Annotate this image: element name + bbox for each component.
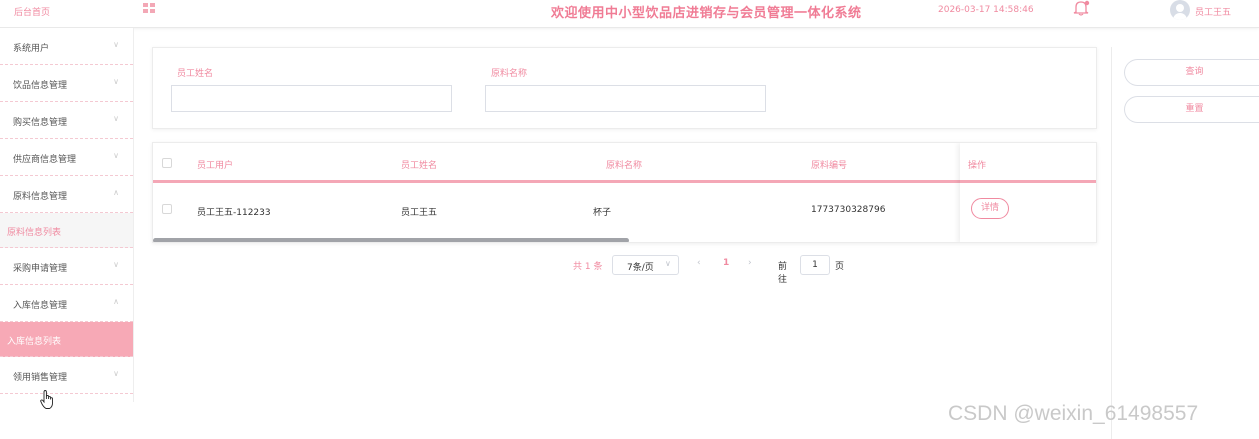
bell-icon[interactable] <box>1072 0 1090 16</box>
row-checkbox[interactable] <box>162 204 172 214</box>
sidebar-subitem-label: 入库信息列表 <box>7 337 62 347</box>
sidebar-item-label: 系统用户 <box>13 44 50 54</box>
column-header: 员工用户 <box>197 161 234 171</box>
chevron-down-icon: ∨ <box>113 114 119 123</box>
goto-page-input[interactable] <box>800 255 830 275</box>
avatar-icon[interactable] <box>1170 0 1190 20</box>
reset-button[interactable]: 重置 <box>1124 96 1259 123</box>
current-page-number[interactable]: 1 <box>723 258 729 268</box>
chevron-down-icon: ∨ <box>665 259 671 268</box>
sidebar-item-supplier-info[interactable]: 供应商信息管理 ∨ <box>0 139 133 176</box>
goto-label: 前往 <box>778 262 788 285</box>
sidebar-item-stock-in[interactable]: 入库信息管理 ∧ <box>0 285 133 322</box>
sidebar-item-label: 购买信息管理 <box>13 118 68 128</box>
select-all-checkbox[interactable] <box>162 158 172 168</box>
sidebar-item-label: 领用销售管理 <box>13 373 68 383</box>
query-button[interactable]: 查询 <box>1124 59 1259 86</box>
sidebar-item-label: 采购申请管理 <box>13 264 68 274</box>
material-name-input[interactable] <box>485 85 766 112</box>
sidebar-item-requisition-sales[interactable]: 领用销售管理 ∨ <box>0 357 133 394</box>
employee-name-input[interactable] <box>171 85 452 112</box>
sidebar-item-material-info[interactable]: 原料信息管理 ∧ <box>0 176 133 213</box>
page-size-select[interactable]: 7条/页 ∨ <box>612 255 679 275</box>
chevron-down-icon: ∨ <box>113 77 119 86</box>
watermark-text: CSDN @weixin_61498557 <box>948 402 1199 425</box>
home-link[interactable]: 后台首页 <box>14 5 50 18</box>
column-header: 原料编号 <box>811 161 848 171</box>
sidebar-item-label: 供应商信息管理 <box>13 155 77 165</box>
sidebar-subitem-stock-in-list[interactable]: 入库信息列表 <box>0 322 133 357</box>
sidebar-subitem-material-list[interactable]: 原料信息列表 <box>0 213 133 248</box>
cell-material-name: 杯子 <box>593 208 612 218</box>
cell-employee-name: 员工王五 <box>401 208 438 218</box>
employee-name-label: 员工姓名 <box>177 69 214 79</box>
sidebar-item-drink-info[interactable]: 饮品信息管理 ∨ <box>0 65 133 102</box>
current-user-name[interactable]: 员工王五 <box>1195 5 1231 18</box>
material-name-label: 原料名称 <box>491 69 528 79</box>
sidebar-item-procurement-request[interactable]: 采购申请管理 ∨ <box>0 248 133 285</box>
cell-material-code: 1773730328796 <box>811 205 886 215</box>
system-title: 欢迎使用中小型饮品店进销存与会员管理一体化系统 <box>551 6 862 21</box>
horizontal-scrollbar[interactable] <box>153 238 629 242</box>
sidebar-item-label: 原料信息管理 <box>13 192 68 202</box>
search-form: 员工姓名 原料名称 <box>152 47 1097 129</box>
sidebar-item-label: 饮品信息管理 <box>13 81 68 91</box>
action-panel: 查询 重置 <box>1111 47 1259 439</box>
grid-icon[interactable] <box>143 3 157 15</box>
datetime-text: 2026-03-17 14:58:46 <box>938 5 1034 15</box>
chevron-down-icon: ∨ <box>113 151 119 160</box>
page-suffix: 页 <box>835 262 845 272</box>
sidebar-subitem-label: 原料信息列表 <box>7 228 62 238</box>
column-header: 原料名称 <box>606 161 643 171</box>
cell-employee-user: 员工王五-112233 <box>197 208 271 218</box>
table-row: 员工王五-112233 员工王五 杯子 1773730328796 详情 <box>153 186 1096 231</box>
chevron-down-icon: ∨ <box>113 260 119 269</box>
sidebar-item-purchase-info[interactable]: 购买信息管理 ∨ <box>0 102 133 139</box>
chevron-down-icon: ∨ <box>113 369 119 378</box>
sidebar-item-system-users[interactable]: 系统用户 ∨ <box>0 28 133 65</box>
chevron-down-icon: ∨ <box>113 40 119 49</box>
data-table: 员工用户 员工姓名 原料名称 原料编号 操作 员工王五-112233 员工王五 … <box>152 142 1097 243</box>
chevron-up-icon: ∧ <box>113 188 119 197</box>
next-page-icon[interactable]: › <box>748 258 752 268</box>
total-count: 共 1 条 <box>573 262 603 272</box>
sidebar-menu: 系统用户 ∨ 饮品信息管理 ∨ 购买信息管理 ∨ 供应商信息管理 ∨ 原料信息管… <box>0 28 134 402</box>
sidebar-item-label: 入库信息管理 <box>13 301 68 311</box>
prev-page-icon[interactable]: ‹ <box>697 258 701 268</box>
hand-cursor-icon <box>40 390 54 410</box>
chevron-up-icon: ∧ <box>113 297 119 306</box>
page-size-value: 7条/页 <box>627 263 654 273</box>
table-header: 员工用户 员工姓名 原料名称 原料编号 操作 <box>153 143 1096 183</box>
column-header: 员工姓名 <box>401 161 438 171</box>
fixed-action-column <box>960 143 1096 242</box>
top-header: 后台首页 欢迎使用中小型饮品店进销存与会员管理一体化系统 2026-03-17 … <box>0 0 1259 28</box>
